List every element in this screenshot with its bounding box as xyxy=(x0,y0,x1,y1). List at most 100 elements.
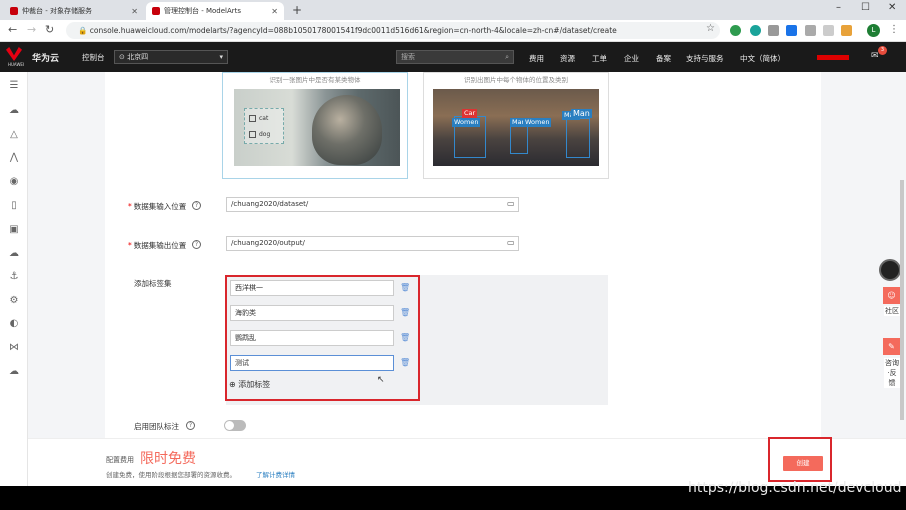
search-icon[interactable]: ⌕ xyxy=(505,51,509,63)
tab-title: 仲裁台 - 对象存储服务 xyxy=(22,7,92,15)
brand-name[interactable]: 华为云 xyxy=(32,51,59,64)
label-input[interactable]: 西洋棋一 xyxy=(230,280,394,296)
compute-icon[interactable]: △ xyxy=(7,129,21,141)
region-selector[interactable]: ⊙ 北京四 ▾ xyxy=(114,50,228,64)
maximize-button[interactable]: ☐ xyxy=(861,2,870,13)
nav-enterprise[interactable]: 企业 xyxy=(624,53,639,64)
label-value: 鹦鹉乱 xyxy=(235,334,256,342)
chevron-down-icon: ▾ xyxy=(219,53,223,61)
team-labeling-label: 启用团队标注 xyxy=(134,422,179,431)
settings-icon[interactable]: ⚙ xyxy=(7,295,21,307)
close-window-button[interactable]: ✕ xyxy=(888,2,896,13)
lock-icon: 🔒 xyxy=(78,26,90,35)
help-icon[interactable]: ? xyxy=(192,240,201,249)
network-icon[interactable]: ⋀ xyxy=(7,152,21,164)
detection-tag: Man xyxy=(571,109,592,118)
label-value: 海豹类 xyxy=(235,309,256,317)
page-scrollbar[interactable] xyxy=(900,180,904,420)
huawei-favicon-icon xyxy=(10,7,18,15)
label-input[interactable]: 海豹类 xyxy=(230,305,394,321)
extension-k-icon[interactable] xyxy=(805,25,816,36)
mail-icon[interactable]: ✉ xyxy=(871,51,879,61)
url-text: console.huaweicloud.com/modelarts/?agenc… xyxy=(89,26,617,35)
profile-avatar[interactable]: L xyxy=(867,24,880,37)
delete-label-icon[interactable]: 🗑 xyxy=(400,308,410,317)
reload-icon[interactable]: ↻ xyxy=(45,23,54,36)
storage-icon[interactable]: ▣ xyxy=(7,224,21,236)
close-tab-icon[interactable]: ✕ xyxy=(271,7,278,16)
menu-icon[interactable]: ☰ xyxy=(7,80,21,92)
new-tab-button[interactable]: + xyxy=(292,3,302,17)
document-icon[interactable]: ▯ xyxy=(7,200,21,212)
cloud-icon[interactable]: ☁ xyxy=(7,248,21,260)
team-labeling-toggle[interactable] xyxy=(224,420,246,431)
header-search-input[interactable]: 搜索 ⌕ xyxy=(396,50,514,64)
nav-tickets[interactable]: 工单 xyxy=(592,53,607,64)
dog-checkbox: dog xyxy=(249,128,283,140)
forward-icon[interactable]: → xyxy=(27,23,36,36)
help-icon[interactable]: ? xyxy=(186,421,195,430)
extension-evernote-icon[interactable] xyxy=(730,25,741,36)
extension-m-icon[interactable] xyxy=(750,25,761,36)
nav-filing[interactable]: 备案 xyxy=(656,53,671,64)
delete-label-icon[interactable]: 🗑 xyxy=(400,333,410,342)
mouse-cursor-icon: ↖ xyxy=(377,375,385,385)
required-mark: * xyxy=(128,202,132,211)
example-classification-caption: 识别一张图片中是否有某类物体 xyxy=(269,76,361,84)
add-label-button[interactable]: ⊕ 添加标签 xyxy=(229,379,270,390)
help-icon[interactable]: ? xyxy=(192,201,201,210)
input-location-field[interactable]: /chuang2020/dataset/ xyxy=(226,197,519,212)
community-link[interactable]: 社区 xyxy=(884,306,900,316)
create-button[interactable]: 创建 xyxy=(783,456,823,471)
nav-support[interactable]: 支持与服务 xyxy=(686,53,724,64)
label-input[interactable]: 测试 xyxy=(230,355,394,371)
security-icon[interactable]: ◐ xyxy=(7,318,21,330)
delete-label-icon[interactable]: 🗑 xyxy=(400,358,410,367)
browser-tab-obs[interactable]: 仲裁台 - 对象存储服务 ✕ xyxy=(4,2,144,20)
mail-badge: 3 xyxy=(878,46,887,55)
output-location-field[interactable]: /chuang2020/output/ xyxy=(226,236,519,251)
cat-face-illustration xyxy=(312,95,382,165)
detection-tag: Women xyxy=(523,118,552,127)
redacted-username[interactable] xyxy=(817,55,849,60)
delete-label-icon[interactable]: 🗑 xyxy=(400,283,410,292)
console-link[interactable]: 控制台 xyxy=(82,52,105,63)
cost-label: 配置费用 xyxy=(106,456,134,464)
billing-details-link[interactable]: 了解计费详情 xyxy=(256,469,295,479)
location-icon: ⊙ xyxy=(119,53,128,61)
folder-icon[interactable]: ▭ xyxy=(507,199,515,208)
watermark-text: https://blog.csdn.net/devcloud xyxy=(688,480,902,496)
back-icon[interactable]: ← xyxy=(8,23,17,36)
label-value: 测试 xyxy=(235,359,249,367)
extension-download-icon[interactable] xyxy=(841,25,852,36)
community-icon[interactable]: ☺ xyxy=(883,287,900,304)
feedback-icon[interactable]: ✎ xyxy=(883,338,900,355)
more-cloud-icon[interactable]: ☁ xyxy=(7,366,21,378)
extension-shield-icon[interactable] xyxy=(768,25,779,36)
folder-icon[interactable]: ▭ xyxy=(507,238,515,247)
database-icon[interactable]: ◉ xyxy=(7,176,21,188)
cost-note: 创建免费，使用阶段根据您部署的资源收费。 xyxy=(106,471,236,479)
cat-checkbox: cat xyxy=(249,112,283,124)
nav-fees[interactable]: 费用 xyxy=(529,53,544,64)
assistant-robot-icon[interactable] xyxy=(879,259,901,281)
browser-tab-modelarts[interactable]: 管理控制台 - ModelArts ✕ xyxy=(146,2,284,20)
bookmark-star-icon[interactable]: ☆ xyxy=(706,23,715,34)
extension-gray-icon[interactable] xyxy=(823,25,834,36)
nav-resources[interactable]: 资源 xyxy=(560,53,575,64)
cloud-service-icon[interactable]: ☁ xyxy=(7,105,21,117)
label-input[interactable]: 鹦鹉乱 xyxy=(230,330,394,346)
anchor-icon[interactable]: ⚓ xyxy=(7,271,21,283)
browser-menu-icon[interactable]: ⋮ xyxy=(889,24,899,35)
close-tab-icon[interactable]: ✕ xyxy=(131,7,138,16)
extension-new-icon[interactable] xyxy=(786,25,797,36)
address-bar[interactable]: 🔒 console.huaweicloud.com/modelarts/?age… xyxy=(66,22,720,39)
modelarts-icon[interactable]: ⋈ xyxy=(7,342,21,354)
detection-box xyxy=(510,124,528,154)
feedback-link[interactable]: 咨询·反馈 xyxy=(884,358,900,388)
required-mark: * xyxy=(128,241,132,250)
language-selector[interactable]: 中文（简体） xyxy=(740,53,785,64)
minimize-button[interactable]: – xyxy=(836,2,841,13)
output-location-value: /chuang2020/output/ xyxy=(231,239,305,247)
input-location-value: /chuang2020/dataset/ xyxy=(231,200,309,208)
